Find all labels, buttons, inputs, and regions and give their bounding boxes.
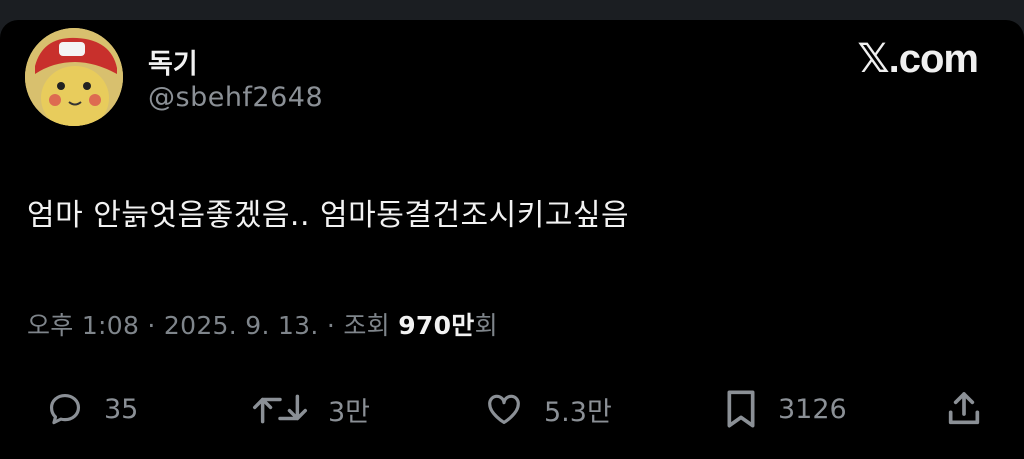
x-logo-icon: 𝕏 (857, 36, 889, 82)
tweet-card: 독기 @sbehf2648 𝕏.com 엄마 안늙엇음좋겠음.. 엄마동결건조시… (0, 20, 1024, 459)
display-name[interactable]: 독기 (148, 42, 198, 81)
avatar-image (25, 28, 123, 126)
like-count: 5.3만 (544, 396, 612, 428)
retweet-count: 3만 (328, 396, 371, 428)
action-bar: 35 3만 5.3만 3126 (0, 384, 1024, 434)
avatar[interactable] (25, 28, 123, 126)
bookmark-count: 3126 (778, 393, 847, 425)
reply-count: 35 (104, 393, 139, 425)
reply-button[interactable]: 35 (46, 384, 138, 434)
reply-icon (49, 393, 81, 425)
like-icon (488, 394, 520, 425)
tweet-meta: 오후 1:08 · 2025. 9. 13. · 조회 970만회 (27, 306, 498, 342)
share-icon (948, 392, 980, 425)
like-button[interactable]: 5.3만 (484, 384, 612, 434)
x-brand-logo: 𝕏.com (857, 36, 979, 82)
tweet-text: 엄마 안늙엇음좋겠음.. 엄마동결건조시키고싶음 (27, 198, 630, 233)
brand-domain: .com (888, 37, 979, 81)
retweet-button[interactable]: 3만 (250, 384, 370, 434)
user-handle[interactable]: @sbehf2648 (148, 82, 323, 113)
bookmark-icon (727, 390, 755, 428)
view-suffix: 회 (474, 311, 498, 340)
share-button[interactable] (944, 384, 984, 434)
view-count: 970만 (398, 311, 475, 340)
retweet-icon (253, 394, 307, 424)
tweet-timestamp[interactable]: 오후 1:08 · 2025. 9. 13. · 조회 (27, 311, 398, 340)
bookmark-button[interactable]: 3126 (724, 384, 847, 434)
